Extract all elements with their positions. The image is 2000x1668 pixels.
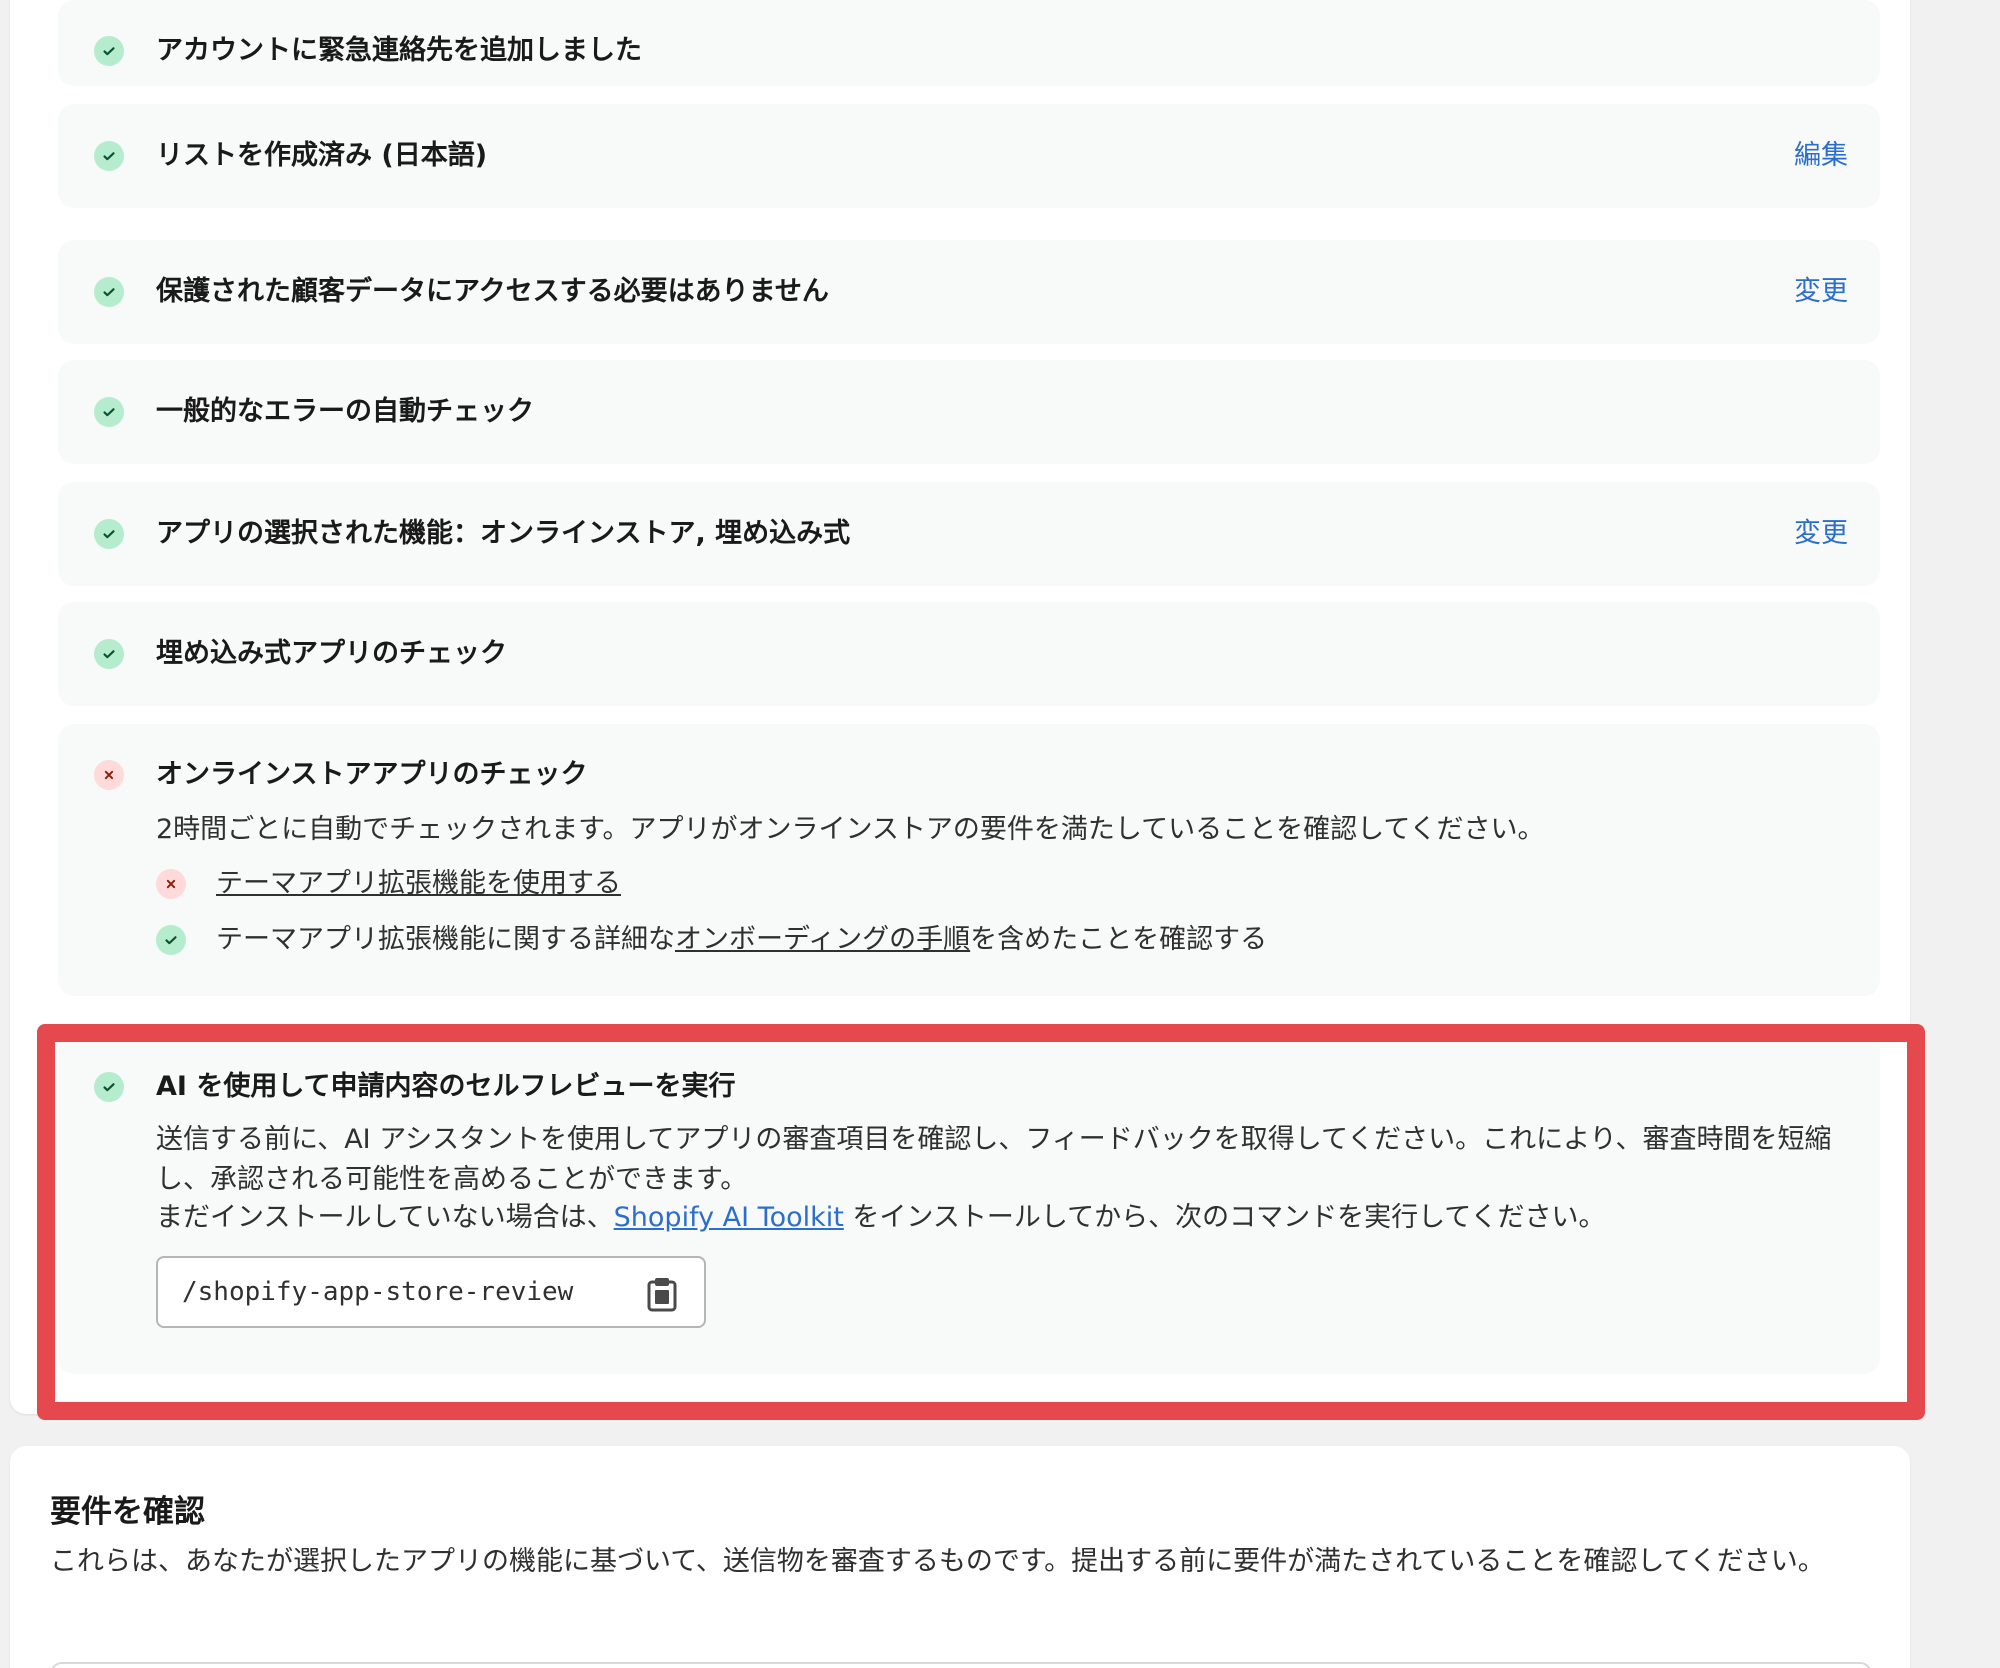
check-title: アプリの選択された機能：オンラインストア, 埋め込み式 (156, 518, 851, 549)
check-row-embedded-app: 埋め込み式アプリのチェック (58, 602, 1880, 706)
sub-check-theme-extension: テーマアプリ拡張機能を使用する (156, 866, 621, 902)
check-row-automated-errors: 一般的なエラーの自動チェック (58, 360, 1880, 464)
command-box: /shopify-app-store-review (156, 1256, 706, 1328)
check-success-icon (94, 639, 124, 669)
check-description: 送信する前に、AI アシスタントを使用してアプリの審査項目を確認し、フィードバッ… (156, 1124, 1832, 1195)
check-error-icon (94, 760, 124, 790)
requirements-description: これらは、あなたが選択したアプリの機能に基づいて、送信物を審査するものです。提出… (50, 1546, 1825, 1577)
install-text: まだインストールしていない場合は、 (156, 1202, 614, 1233)
shopify-ai-toolkit-link[interactable]: Shopify AI Toolkit (614, 1202, 844, 1233)
onboarding-steps-link[interactable]: オンボーディングの手順 (675, 922, 970, 958)
check-row-listing: リストを作成済み (日本語) 編集 (58, 104, 1880, 208)
change-app-features-link[interactable]: 変更 (1794, 516, 1848, 552)
check-title: 埋め込み式アプリのチェック (156, 638, 507, 669)
sub-check-text: を含めたことを確認する (970, 924, 1268, 955)
check-description: 2時間ごとに自動でチェックされます。アプリがオンラインストアの要件を満たしている… (156, 814, 1545, 845)
edit-listing-link[interactable]: 編集 (1794, 138, 1848, 174)
install-text: をインストールしてから、次のコマンドを実行してください。 (843, 1202, 1606, 1233)
check-title: アカウントに緊急連絡先を追加しました (156, 35, 642, 66)
check-title: 保護された顧客データにアクセスする必要はありません (156, 276, 829, 307)
clipboard-icon[interactable] (646, 1276, 678, 1312)
theme-app-extension-link[interactable]: テーマアプリ拡張機能を使用する (216, 866, 621, 902)
requirements-list-box (50, 1662, 1872, 1668)
check-error-icon (156, 869, 186, 899)
check-title: AI を使用して申請内容のセルフレビューを実行 (156, 1071, 736, 1102)
check-success-icon (156, 925, 186, 955)
check-success-icon (94, 519, 124, 549)
requirements-heading: 要件を確認 (50, 1494, 205, 1530)
sub-check-text: テーマアプリ拡張機能に関する詳細な (216, 924, 675, 955)
check-row-ai-review: AI を使用して申請内容のセルフレビューを実行 送信する前に、AI アシスタント… (58, 1026, 1880, 1374)
check-title: 一般的なエラーの自動チェック (156, 396, 534, 427)
check-row-online-store: オンラインストアアプリのチェック 2時間ごとに自動でチェックされます。アプリがオ… (58, 724, 1880, 996)
check-row-customer-data: 保護された顧客データにアクセスする必要はありません 変更 (58, 240, 1880, 344)
check-success-icon (94, 397, 124, 427)
check-row-app-features: アプリの選択された機能：オンラインストア, 埋め込み式 変更 (58, 482, 1880, 586)
check-title: オンラインストアアプリのチェック (156, 759, 588, 790)
check-success-icon (94, 277, 124, 307)
sub-check-onboarding: テーマアプリ拡張機能に関する詳細な オンボーディングの手順 を含めたことを確認する (156, 922, 1267, 958)
submission-checks-card: アカウントに緊急連絡先を追加しました リストを作成済み (日本語) 編集 保護さ… (10, 0, 1910, 1414)
change-customer-data-link[interactable]: 変更 (1794, 274, 1848, 310)
install-instruction: まだインストールしていない場合は、Shopify AI Toolkit をインス… (156, 1198, 1856, 1238)
check-title: リストを作成済み (日本語) (156, 140, 488, 171)
command-text[interactable]: /shopify-app-store-review (182, 1277, 573, 1307)
check-success-icon (94, 141, 124, 171)
check-success-icon (94, 1072, 124, 1102)
check-row-emergency-contact: アカウントに緊急連絡先を追加しました (58, 0, 1880, 86)
check-success-icon (94, 36, 124, 66)
